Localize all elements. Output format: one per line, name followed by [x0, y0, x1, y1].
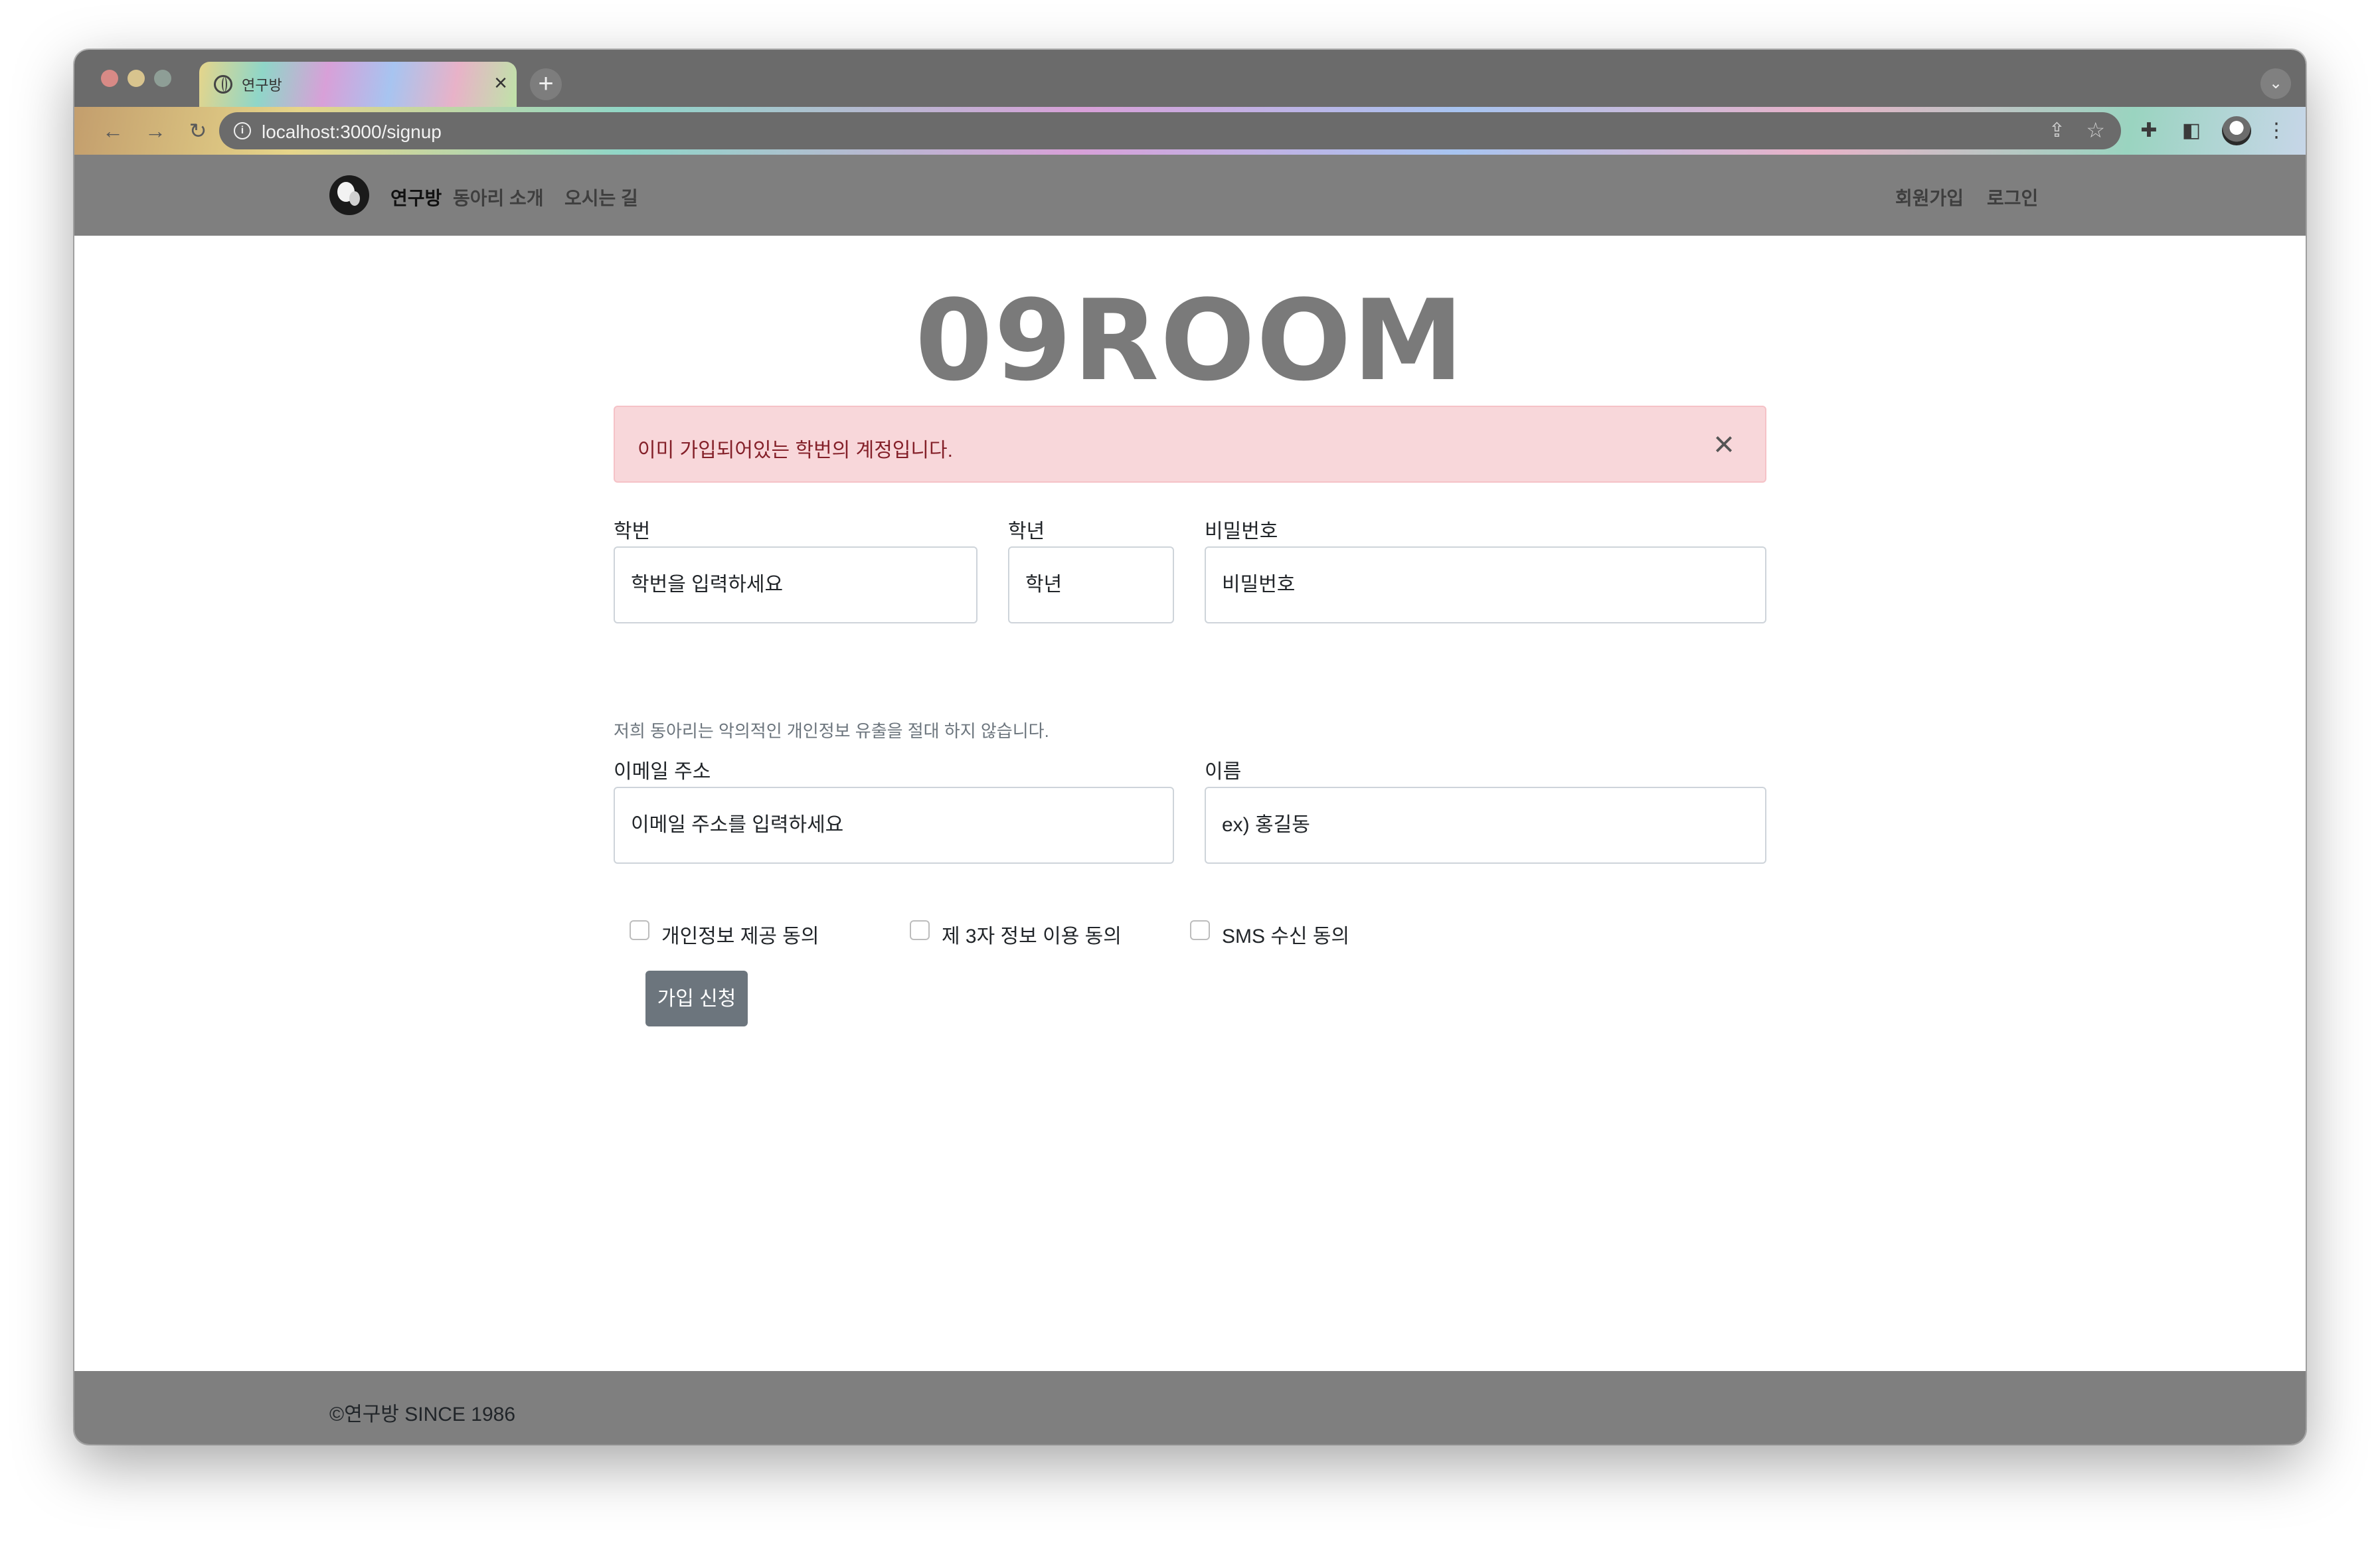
- share-icon[interactable]: ⇪: [2049, 119, 2065, 142]
- menu-icon[interactable]: ⋮: [2264, 119, 2288, 143]
- nav-link-login[interactable]: 로그인: [1987, 184, 2038, 210]
- privacy-notice: 저희 동아리는 악의적인 개인정보 유출을 절대 하지 않습니다.: [614, 721, 1049, 741]
- minimize-window-button[interactable]: [128, 70, 145, 87]
- close-window-button[interactable]: [101, 70, 118, 87]
- reload-icon[interactable]: ↻: [186, 119, 210, 143]
- site-navbar: 연구방 동아리 소개 오시는 길 회원가입 로그인: [74, 155, 2306, 236]
- maximize-window-button[interactable]: [154, 70, 171, 87]
- privacy-consent-checkbox[interactable]: [630, 920, 649, 940]
- back-icon[interactable]: ←: [101, 119, 125, 143]
- star-icon[interactable]: ☆: [2086, 118, 2105, 143]
- browser-window: 연구방 × + ⌄ ← → ↻ i localhost:3000/signup …: [74, 50, 2306, 1444]
- name-label: 이름: [1205, 761, 1242, 783]
- brand-link[interactable]: 연구방: [390, 184, 442, 210]
- info-icon[interactable]: i: [234, 122, 251, 139]
- grade-input[interactable]: [1008, 546, 1174, 623]
- sidepanel-icon[interactable]: ◧: [2179, 119, 2203, 143]
- email-input[interactable]: [614, 787, 1174, 864]
- privacy-consent-label[interactable]: 개인정보 제공 동의: [661, 920, 819, 949]
- active-tab[interactable]: 연구방 ×: [199, 62, 517, 107]
- main-content: 09ROOM 이미 가입되어있는 학번의 계정입니다. × 학번 학년 비밀번호…: [74, 236, 2306, 1371]
- globe-icon: [214, 75, 232, 94]
- error-alert: 이미 가입되어있는 학번의 계정입니다. ×: [614, 406, 1766, 483]
- student-id-label: 학번: [614, 521, 651, 542]
- alert-message: 이미 가입되어있는 학번의 계정입니다.: [638, 440, 953, 461]
- url-text[interactable]: localhost:3000/signup: [262, 122, 442, 143]
- signup-submit-button[interactable]: 가입 신청: [645, 971, 748, 1026]
- tab-close-icon[interactable]: ×: [494, 68, 507, 98]
- extensions-icon[interactable]: ✚: [2137, 119, 2161, 143]
- address-bar[interactable]: i localhost:3000/signup ⇪ ☆: [219, 112, 2121, 149]
- name-input[interactable]: [1205, 787, 1766, 864]
- browser-toolbar: ← → ↻ i localhost:3000/signup ⇪ ☆ ✚ ◧ ⋮: [74, 107, 2306, 155]
- tab-strip: 연구방 × + ⌄: [74, 50, 2306, 107]
- email-label: 이메일 주소: [614, 761, 711, 783]
- nav-link-signup[interactable]: 회원가입: [1895, 184, 1964, 210]
- tab-title: 연구방: [242, 77, 282, 94]
- third-party-consent-checkbox[interactable]: [910, 920, 930, 940]
- password-input[interactable]: [1205, 546, 1766, 623]
- close-icon[interactable]: ×: [1705, 426, 1742, 463]
- footer-copyright: ©연구방 SINCE 1986: [329, 1404, 515, 1425]
- sms-consent-label[interactable]: SMS 수신 동의: [1222, 920, 1349, 949]
- grade-label: 학년: [1008, 521, 1045, 542]
- site-logo[interactable]: [329, 175, 369, 215]
- nav-link-about[interactable]: 동아리 소개: [453, 184, 544, 210]
- profile-avatar[interactable]: [2222, 116, 2251, 145]
- forward-icon[interactable]: →: [143, 119, 167, 143]
- sms-consent-checkbox[interactable]: [1190, 920, 1210, 940]
- nav-link-directions[interactable]: 오시는 길: [564, 184, 638, 210]
- site-footer: ©연구방 SINCE 1986: [74, 1371, 2306, 1444]
- password-label: 비밀번호: [1205, 521, 1278, 542]
- page-title: 09ROOM: [915, 276, 1465, 406]
- tab-search-icon[interactable]: ⌄: [2260, 68, 2291, 99]
- student-id-input[interactable]: [614, 546, 978, 623]
- new-tab-button[interactable]: +: [530, 68, 562, 100]
- third-party-consent-label[interactable]: 제 3자 정보 이용 동의: [942, 920, 1122, 949]
